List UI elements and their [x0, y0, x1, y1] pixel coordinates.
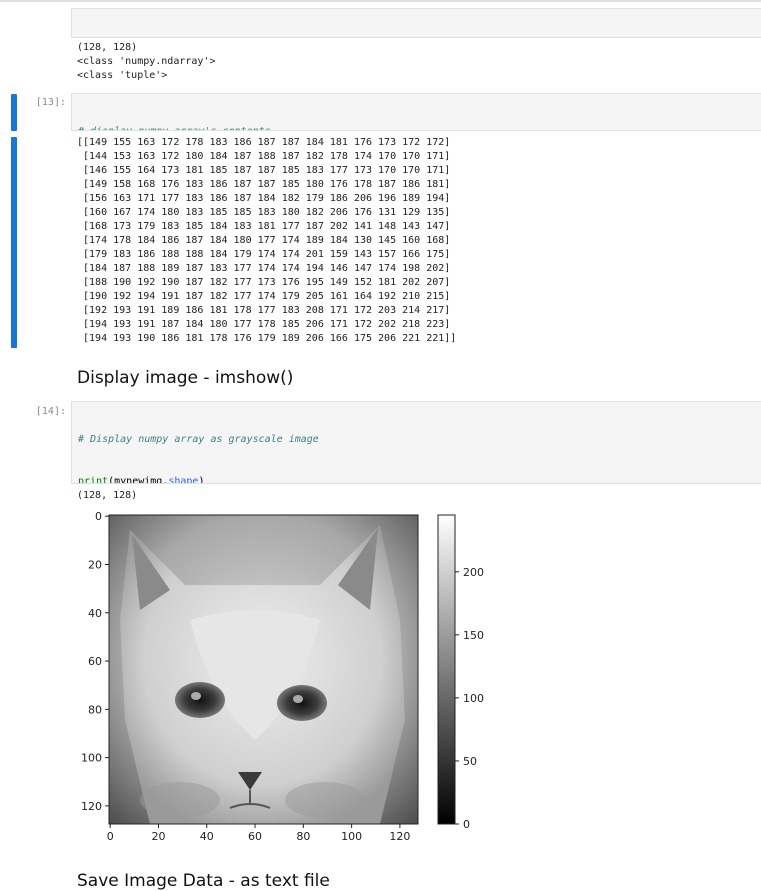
code-token: ) — [198, 476, 205, 484]
x-tick-label: 80 — [296, 830, 310, 843]
y-tick-label: 20 — [88, 558, 102, 571]
cell-output: (128, 128) <class 'numpy.ndarray'> <clas… — [77, 42, 216, 81]
code-token: # Display numpy array as grayscale image — [78, 434, 319, 445]
colorbar-axis: 0 50 100 150 200 — [455, 566, 484, 831]
colorbar — [437, 514, 456, 825]
x-tick-label: 100 — [341, 830, 362, 843]
y-tick-label: 120 — [81, 800, 102, 813]
section-heading: Save Image Data - as text file — [77, 871, 330, 891]
x-axis: 0 20 40 60 80 100 120 — [107, 824, 410, 843]
top-divider — [0, 0, 761, 2]
cell-prompt: [14]: — [35, 406, 66, 417]
code-line: print(mynewimg.shape) — [78, 475, 755, 484]
x-tick-label: 120 — [389, 830, 410, 843]
x-tick-label: 0 — [107, 830, 114, 843]
code-token: print — [78, 476, 109, 484]
x-tick-label: 60 — [248, 830, 262, 843]
imshow-figure: 0 20 40 60 80 100 120 0 20 40 60 80 100 120 0 50 100 15… — [81, 510, 484, 843]
code-token: # display numpy array's contents — [78, 126, 271, 130]
code-token: shape — [168, 476, 199, 484]
output-collapse-bar[interactable] — [11, 137, 17, 348]
x-tick-label: 40 — [200, 830, 214, 843]
y-tick-label: 40 — [88, 607, 102, 620]
code-line: # Display numpy array as grayscale image — [78, 433, 755, 447]
code-line: # display numpy array's contents — [78, 125, 755, 130]
cell-output: [[149 155 163 172 178 183 186 187 187 18… — [77, 137, 457, 344]
y-tick-label: 60 — [88, 655, 102, 668]
heatmap-image — [109, 515, 418, 824]
code-cell-input[interactable]: print(type(mynewimg.shape)) — [71, 8, 761, 38]
cell-output: (128, 128) — [77, 490, 138, 501]
y-tick-label: 100 — [81, 752, 102, 765]
x-tick-label: 20 — [151, 830, 165, 843]
colorbar-tick-label: 150 — [463, 629, 484, 642]
code-token: (mynewimg. — [108, 476, 169, 484]
code-cell-input[interactable]: # Display numpy array as grayscale image… — [71, 401, 761, 484]
colorbar-tick-label: 50 — [463, 755, 477, 768]
code-cell-input[interactable]: # display numpy array's contents print(m… — [71, 93, 761, 131]
colorbar-tick-label: 200 — [463, 566, 484, 579]
colorbar-tick-label: 100 — [463, 692, 484, 705]
cell-prompt: [13]: — [35, 97, 66, 108]
y-tick-label: 0 — [95, 510, 102, 523]
y-axis: 0 20 40 60 80 100 120 — [81, 510, 109, 813]
colorbar-tick-label: 0 — [463, 818, 470, 831]
y-tick-label: 80 — [88, 703, 102, 716]
section-heading: Display image - imshow() — [77, 368, 294, 388]
